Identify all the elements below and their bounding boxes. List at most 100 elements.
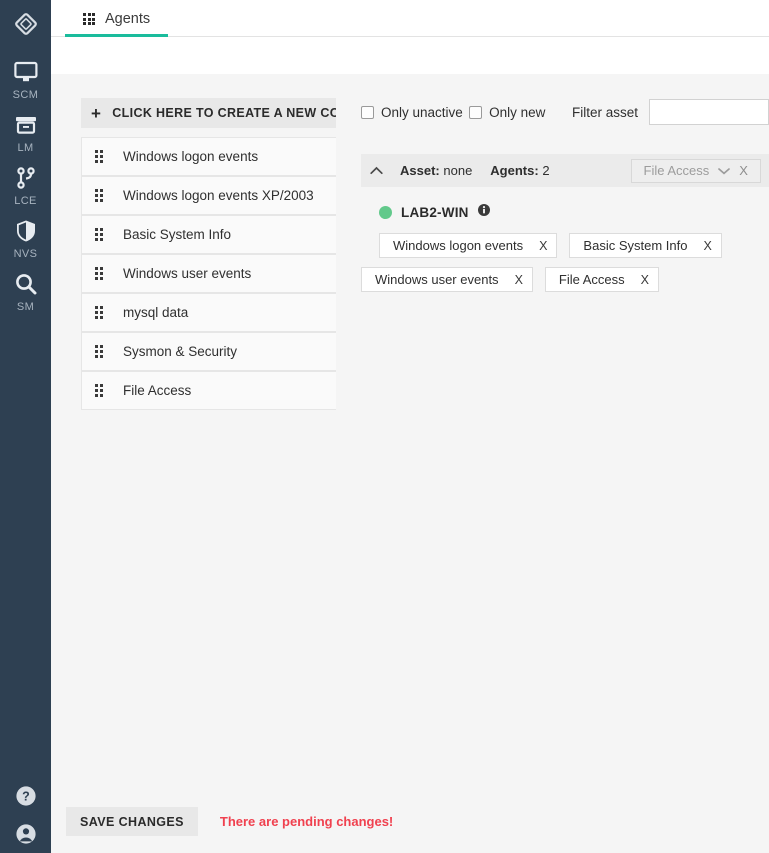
chip-label: Basic System Info	[583, 238, 688, 253]
agent-name: LAB2-WIN	[401, 204, 469, 220]
tab-active-indicator	[65, 34, 169, 37]
diamond-logo-icon	[14, 13, 37, 35]
info-icon[interactable]	[477, 203, 490, 221]
configuration-name: Windows logon events XP/2003	[123, 188, 314, 203]
shield-icon	[15, 217, 37, 245]
agents-panel: Only unactive Only new Filter asset Asse…	[336, 98, 769, 853]
sidebar-item-nvs[interactable]: NVS	[0, 217, 51, 260]
sidebar-item-scm[interactable]: SCM	[0, 58, 51, 101]
asset-configuration-dropdown[interactable]: File Access X	[630, 158, 761, 183]
chip-remove-button[interactable]: X	[641, 273, 649, 287]
configuration-name: Windows user events	[123, 266, 252, 281]
create-configuration-label: CLICK HERE TO CREATE A NEW CONFIGURATION	[112, 106, 336, 120]
archive-box-icon	[14, 111, 38, 139]
pending-changes-message: There are pending changes!	[219, 814, 394, 829]
grid-icon	[83, 13, 95, 25]
plus-icon: +	[91, 103, 102, 123]
agent-status-dot	[379, 205, 392, 219]
configuration-chip[interactable]: Windows logon events X	[379, 233, 558, 258]
only-unactive-checkbox[interactable]: Only unactive	[361, 105, 463, 120]
sidebar-label-scm: SCM	[12, 89, 39, 101]
chip-label: Windows logon events	[393, 238, 524, 253]
tab-agents[interactable]: Agents	[65, 11, 169, 37]
chip-label: File Access	[558, 272, 625, 287]
asset-value: none	[443, 163, 473, 178]
branch-icon	[14, 164, 38, 192]
chip-remove-button[interactable]: X	[539, 239, 547, 253]
agents-meta: Agents: 2	[490, 163, 549, 178]
configuration-name: File Access	[123, 383, 192, 398]
sidebar-item-lm[interactable]: LM	[0, 111, 51, 154]
agents-label: Agents:	[490, 163, 539, 178]
list-item[interactable]: Windows logon events XP/2003	[81, 176, 336, 215]
chevron-down-icon[interactable]	[718, 163, 731, 178]
checkbox-box	[361, 105, 374, 119]
drag-handle-icon[interactable]	[95, 306, 103, 319]
agent-header-row: LAB2-WIN	[379, 203, 769, 221]
create-configuration-button[interactable]: + CLICK HERE TO CREATE A NEW CONFIGURATI…	[81, 98, 336, 128]
sidebar-item-lce[interactable]: LCE	[0, 164, 51, 207]
tab-agents-label: Agents	[105, 11, 151, 27]
top-tabbar: Agents	[51, 0, 769, 37]
drag-handle-icon[interactable]	[95, 345, 103, 358]
asset-meta: Asset: none	[400, 163, 472, 178]
filter-bar: Only unactive Only new Filter asset	[361, 98, 769, 126]
filter-asset-label: Filter asset	[571, 104, 638, 120]
main-area: Agents + CLICK HERE TO CREATE A NEW CONF…	[51, 0, 769, 853]
configuration-chip[interactable]: Basic System Info X	[569, 233, 722, 258]
drag-handle-icon[interactable]	[95, 228, 103, 241]
app-logo[interactable]	[0, 0, 51, 48]
list-item[interactable]: File Access	[81, 371, 336, 410]
list-item[interactable]: Windows logon events	[81, 137, 336, 176]
asset-group-header: Asset: none Agents: 2 File Access X	[361, 154, 769, 187]
list-item[interactable]: mysql data	[81, 293, 336, 332]
only-new-checkbox[interactable]: Only new	[469, 105, 545, 120]
save-changes-button[interactable]: SAVE CHANGES	[66, 807, 198, 836]
only-new-label: Only new	[489, 104, 546, 120]
configuration-list: Windows logon events Windows logon event…	[81, 137, 336, 410]
sidebar-label-lm: LM	[17, 142, 34, 154]
toolbar-strip	[51, 37, 769, 74]
list-item[interactable]: Windows user events	[81, 254, 336, 293]
sidebar-label-lce: LCE	[14, 195, 37, 207]
dropdown-clear-button[interactable]: X	[739, 163, 748, 178]
agents-value: 2	[542, 163, 550, 178]
list-item[interactable]: Basic System Info	[81, 215, 336, 254]
svg-text:?: ?	[22, 790, 30, 804]
sidebar-label-sm: SM	[16, 301, 35, 313]
drag-handle-icon[interactable]	[95, 189, 103, 202]
help-icon[interactable]: ?	[15, 785, 37, 807]
chip-label: Windows user events	[375, 272, 499, 287]
app-root: SCM LM LCE NVS SM ? Agents + CLICK HERE …	[0, 0, 769, 853]
configurations-panel: + CLICK HERE TO CREATE A NEW CONFIGURATI…	[51, 98, 336, 853]
dropdown-selected-value: File Access	[643, 163, 710, 178]
sidebar: SCM LM LCE NVS SM ?	[0, 0, 51, 853]
configuration-name: Basic System Info	[123, 227, 232, 242]
only-unactive-label: Only unactive	[381, 104, 463, 120]
checkbox-box	[469, 105, 483, 119]
agent-configuration-chips: Windows logon events X Basic System Info…	[361, 233, 739, 292]
chip-remove-button[interactable]: X	[703, 239, 711, 253]
content-area: + CLICK HERE TO CREATE A NEW CONFIGURATI…	[51, 74, 769, 853]
list-item[interactable]: Sysmon & Security	[81, 332, 336, 371]
filter-asset-input[interactable]	[649, 99, 769, 125]
chip-remove-button[interactable]: X	[515, 273, 523, 287]
configuration-name: Windows logon events	[123, 149, 259, 164]
sidebar-item-sm[interactable]: SM	[0, 270, 51, 313]
magnifier-icon	[14, 270, 38, 298]
user-account-icon[interactable]	[15, 823, 37, 845]
drag-handle-icon[interactable]	[95, 150, 103, 163]
configuration-chip[interactable]: File Access X	[544, 267, 659, 292]
bottom-action-bar: SAVE CHANGES There are pending changes!	[51, 790, 769, 853]
sidebar-label-nvs: NVS	[13, 248, 38, 260]
configuration-chip[interactable]: Windows user events X	[361, 267, 533, 292]
drag-handle-icon[interactable]	[95, 267, 103, 280]
drag-handle-icon[interactable]	[95, 384, 103, 397]
chevron-up-icon[interactable]	[368, 163, 384, 179]
configuration-name: Sysmon & Security	[123, 344, 238, 359]
sidebar-bottom-actions: ?	[0, 785, 51, 845]
agent-entry: LAB2-WIN Windows logon events X Basic Sy…	[361, 187, 769, 292]
configuration-name: mysql data	[123, 305, 189, 320]
monitor-icon	[13, 58, 38, 86]
asset-label: Asset:	[400, 163, 440, 178]
